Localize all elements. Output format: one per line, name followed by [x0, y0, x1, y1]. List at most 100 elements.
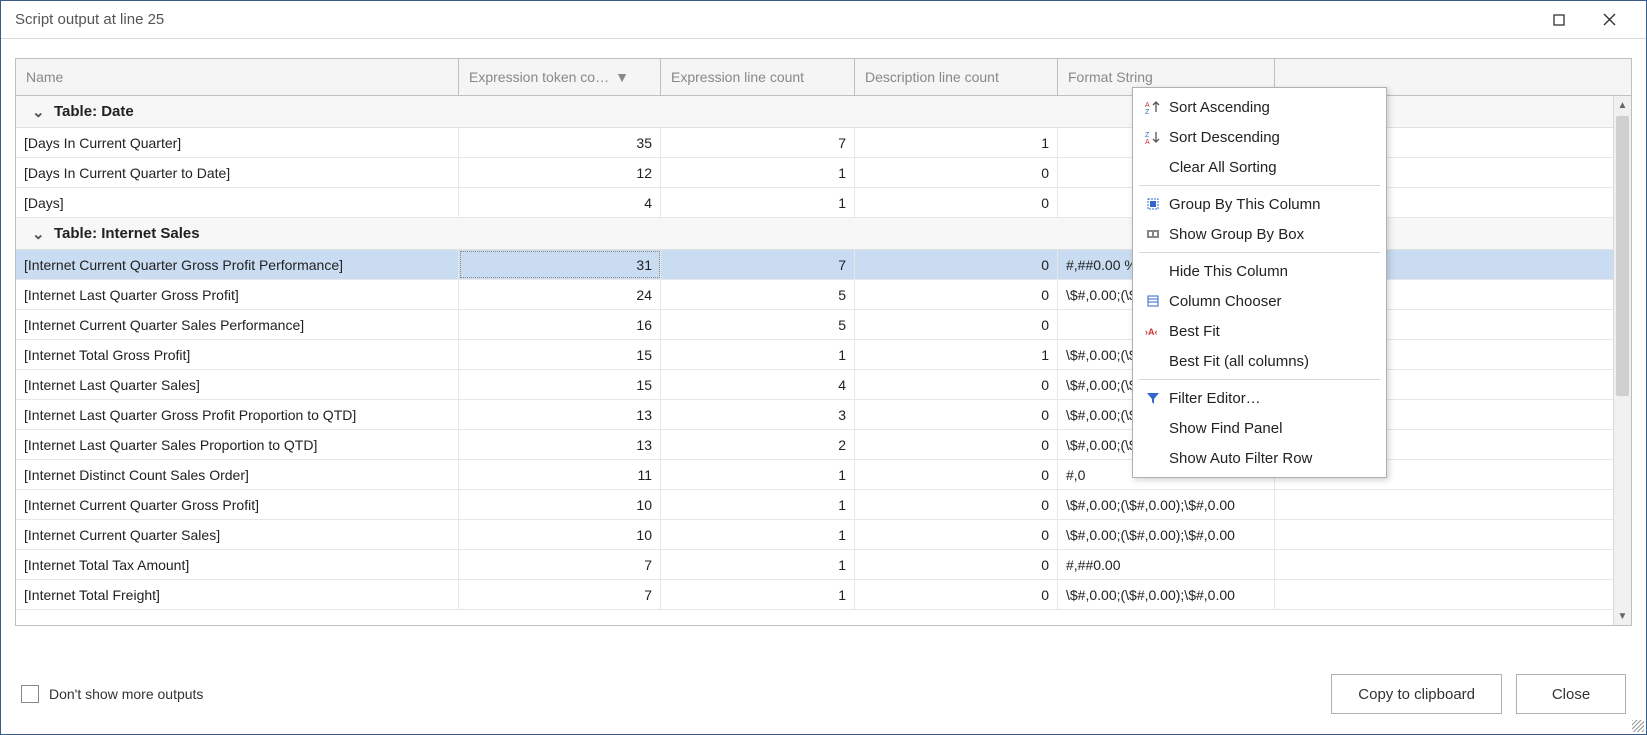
svg-text:A: A — [1145, 102, 1150, 109]
cell-token-count: 10 — [459, 490, 661, 519]
close-button[interactable]: Close — [1516, 674, 1626, 714]
cell-empty — [1275, 520, 1613, 549]
menu-item[interactable]: ZASort Descending — [1133, 122, 1386, 152]
maximize-icon — [1553, 14, 1565, 26]
chevron-down-icon: ⌄ — [32, 225, 44, 243]
cell-format-string: \$#,0.00;(\$#,0.00);\$#,0.00 — [1058, 580, 1275, 609]
cell-description-line-count: 0 — [855, 580, 1058, 609]
column-header-line-count[interactable]: Expression line count — [661, 59, 855, 95]
group-box-icon — [1141, 227, 1165, 241]
cell-description-line-count: 0 — [855, 550, 1058, 579]
cell-description-line-count: 0 — [855, 310, 1058, 339]
menu-separator — [1139, 379, 1380, 380]
cell-empty — [1275, 490, 1613, 519]
svg-text:Z: Z — [1145, 109, 1150, 114]
cell-token-count: 35 — [459, 128, 661, 157]
menu-item[interactable]: Hide This Column — [1133, 256, 1386, 286]
cell-description-line-count: 0 — [855, 250, 1058, 279]
close-window-button[interactable] — [1586, 7, 1632, 33]
cell-description-line-count: 0 — [855, 490, 1058, 519]
cell-line-count: 2 — [661, 430, 855, 459]
cell-line-count: 5 — [661, 310, 855, 339]
filter-icon — [1141, 391, 1165, 405]
cell-token-count: 7 — [459, 580, 661, 609]
cell-line-count: 1 — [661, 580, 855, 609]
cell-description-line-count: 0 — [855, 400, 1058, 429]
sort-asc-icon: AZ — [1141, 100, 1165, 114]
menu-item[interactable]: AZ Sort Ascending — [1133, 92, 1386, 122]
cell-name: [Days In Current Quarter to Date] — [16, 158, 459, 187]
maximize-button[interactable] — [1536, 7, 1582, 33]
menu-item-label: Best Fit — [1169, 323, 1220, 340]
menu-item[interactable]: Clear All Sorting — [1133, 152, 1386, 182]
window-title: Script output at line 25 — [15, 11, 164, 28]
close-icon — [1603, 13, 1616, 26]
cell-token-count: 7 — [459, 550, 661, 579]
cell-description-line-count: 0 — [855, 370, 1058, 399]
vertical-scrollbar[interactable]: ▲ ▼ — [1613, 96, 1631, 625]
cell-token-count: 12 — [459, 158, 661, 187]
cell-format-string: #,##0.00 — [1058, 550, 1275, 579]
chevron-down-icon: ⌄ — [32, 103, 44, 121]
scroll-up-icon[interactable]: ▲ — [1614, 96, 1631, 114]
menu-item[interactable]: Show Find Panel — [1133, 413, 1386, 443]
menu-separator — [1139, 185, 1380, 186]
grid-body: ⌄Table: Date[Days In Current Quarter]357… — [16, 96, 1631, 625]
column-header-name[interactable]: Name — [16, 59, 459, 95]
cell-line-count: 1 — [661, 340, 855, 369]
cell-line-count: 3 — [661, 400, 855, 429]
copy-to-clipboard-button[interactable]: Copy to clipboard — [1331, 674, 1502, 714]
menu-item[interactable]: Show Group By Box — [1133, 219, 1386, 249]
cell-name: [Internet Distinct Count Sales Order] — [16, 460, 459, 489]
cell-name: [Internet Current Quarter Gross Profit] — [16, 490, 459, 519]
cell-name: [Internet Last Quarter Gross Profit] — [16, 280, 459, 309]
menu-item[interactable]: Column Chooser — [1133, 286, 1386, 316]
cell-description-line-count: 0 — [855, 188, 1058, 217]
menu-item-label: Sort Ascending — [1169, 99, 1270, 116]
menu-item[interactable]: ›A‹Best Fit — [1133, 316, 1386, 346]
cell-description-line-count: 1 — [855, 340, 1058, 369]
cell-line-count: 5 — [661, 280, 855, 309]
dont-show-label: Don't show more outputs — [49, 686, 203, 702]
group-icon — [1141, 197, 1165, 211]
cell-line-count: 1 — [661, 490, 855, 519]
cell-name: [Internet Last Quarter Gross Profit Prop… — [16, 400, 459, 429]
table-row[interactable]: [Internet Total Tax Amount]710#,##0.00 — [16, 550, 1613, 580]
scrollbar-thumb[interactable] — [1616, 116, 1629, 396]
cell-name: [Internet Total Gross Profit] — [16, 340, 459, 369]
cell-token-count: 10 — [459, 520, 661, 549]
grid-header: Name Expression token co… ▼ Expression l… — [16, 59, 1631, 96]
menu-item[interactable]: Filter Editor… — [1133, 383, 1386, 413]
cell-name: [Internet Total Tax Amount] — [16, 550, 459, 579]
resize-grip[interactable] — [1632, 720, 1644, 732]
cell-token-count: 15 — [459, 370, 661, 399]
menu-item[interactable]: Group By This Column — [1133, 189, 1386, 219]
menu-item-label: Sort Descending — [1169, 129, 1280, 146]
menu-item-label: Best Fit (all columns) — [1169, 353, 1309, 370]
menu-separator — [1139, 252, 1380, 253]
column-header-token-count[interactable]: Expression token co… ▼ — [459, 59, 661, 95]
column-context-menu: AZSort AscendingZASort DescendingClear A… — [1132, 87, 1387, 478]
cell-token-count: 11 — [459, 460, 661, 489]
cell-line-count: 1 — [661, 188, 855, 217]
cell-description-line-count: 0 — [855, 460, 1058, 489]
table-row[interactable]: [Internet Current Quarter Gross Profit]1… — [16, 490, 1613, 520]
dont-show-checkbox[interactable] — [21, 685, 39, 703]
cell-token-count: 4 — [459, 188, 661, 217]
scroll-down-icon[interactable]: ▼ — [1614, 607, 1631, 625]
menu-item[interactable]: Show Auto Filter Row — [1133, 443, 1386, 473]
cell-line-count: 1 — [661, 158, 855, 187]
cell-empty — [1275, 580, 1613, 609]
menu-item-label: Filter Editor… — [1169, 390, 1261, 407]
column-header-description-line-count[interactable]: Description line count — [855, 59, 1058, 95]
menu-item-label: Show Find Panel — [1169, 420, 1282, 437]
scrollbar-track[interactable] — [1614, 114, 1631, 607]
table-row[interactable]: [Internet Current Quarter Sales]1010\$#,… — [16, 520, 1613, 550]
menu-item[interactable]: Best Fit (all columns) — [1133, 346, 1386, 376]
cell-token-count: 13 — [459, 400, 661, 429]
table-row[interactable]: [Internet Total Freight]710\$#,0.00;(\$#… — [16, 580, 1613, 610]
cell-token-count: 16 — [459, 310, 661, 339]
svg-text:A: A — [1145, 139, 1150, 144]
menu-item-label: Show Auto Filter Row — [1169, 450, 1312, 467]
cell-name: [Internet Current Quarter Sales] — [16, 520, 459, 549]
